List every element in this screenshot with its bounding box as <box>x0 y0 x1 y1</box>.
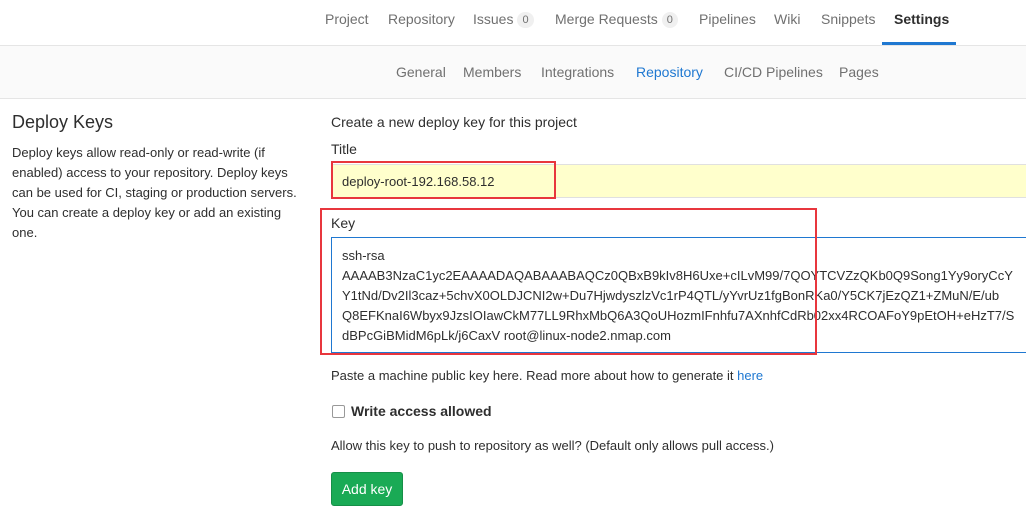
key-highlight-annotation <box>320 208 817 355</box>
top-nav: Project Repository Issues 0 Merge Request… <box>0 0 1026 46</box>
write-access-label[interactable]: Write access allowed <box>351 403 492 419</box>
subnav-ci-cd-pipelines[interactable]: CI/CD Pipelines <box>724 46 823 98</box>
generate-key-help-link[interactable]: here <box>737 368 763 383</box>
merge-requests-count-badge: 0 <box>661 12 678 28</box>
nav-merge-requests[interactable]: Merge Requests 0 <box>555 0 678 45</box>
nav-issues-label: Issues <box>473 11 514 27</box>
section-description: Deploy keys allow read-only or read-writ… <box>12 145 297 240</box>
section-title: Deploy Keys <box>12 112 114 132</box>
subnav-integrations[interactable]: Integrations <box>541 46 614 98</box>
nav-pipelines[interactable]: Pipelines <box>699 0 756 45</box>
nav-project[interactable]: Project <box>325 0 369 45</box>
nav-snippets[interactable]: Snippets <box>821 0 875 45</box>
key-hint-text: Paste a machine public key here. Read mo… <box>331 368 738 383</box>
subnav-pages[interactable]: Pages <box>839 46 879 98</box>
key-hint: Paste a machine public key here. Read mo… <box>331 368 763 383</box>
subnav-members[interactable]: Members <box>463 46 521 98</box>
nav-merge-requests-label: Merge Requests <box>555 11 658 27</box>
add-key-button[interactable]: Add key <box>331 472 403 506</box>
subnav-repository[interactable]: Repository <box>636 46 703 98</box>
nav-wiki[interactable]: Wiki <box>774 0 800 45</box>
subnav-general[interactable]: General <box>396 46 446 98</box>
issues-count-badge: 0 <box>517 12 534 28</box>
nav-repository[interactable]: Repository <box>388 0 455 45</box>
title-label: Title <box>331 141 357 157</box>
nav-active-indicator <box>882 42 956 45</box>
settings-sub-nav: General Members Integrations Repository … <box>0 46 1026 99</box>
write-access-checkbox[interactable] <box>332 405 345 418</box>
title-highlight-annotation <box>331 161 556 199</box>
nav-issues[interactable]: Issues 0 <box>473 0 534 45</box>
write-access-help-text: Allow this key to push to repository as … <box>331 438 774 453</box>
nav-settings[interactable]: Settings <box>894 0 949 45</box>
form-heading: Create a new deploy key for this project <box>331 114 577 130</box>
